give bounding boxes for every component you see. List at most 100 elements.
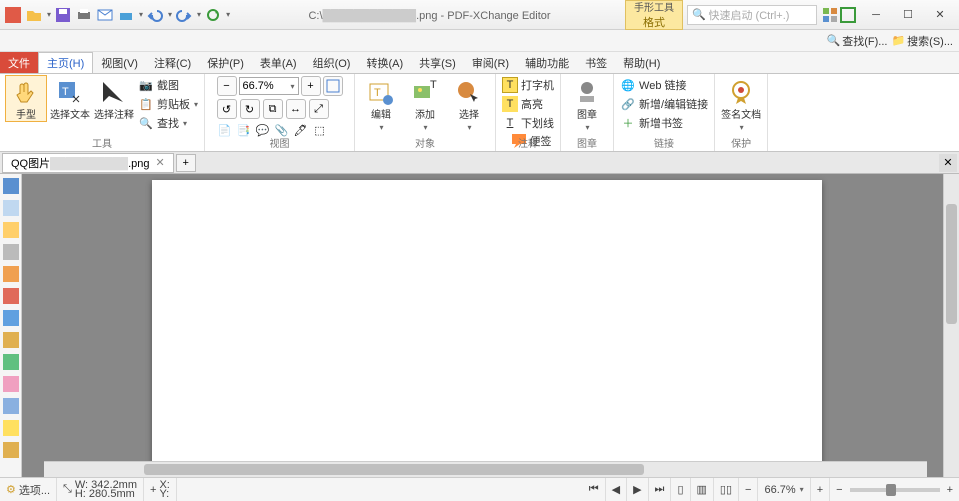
status-zoom-field[interactable]: 66.7%▾ [758, 478, 810, 501]
open-icon[interactable] [25, 6, 43, 24]
tab-comment[interactable]: 注释(C) [146, 52, 199, 73]
bookmarks-pane-icon[interactable] [3, 178, 19, 194]
scrollbar-thumb[interactable] [946, 204, 957, 324]
ribbon: 手型 T选择文本 选择注释 📷截图 📋剪贴板▾ 🔍查找▾ 工具 − 66.7%▾… [0, 74, 959, 152]
close-all-tabs-button[interactable]: ✕ [939, 154, 957, 172]
contextual-tab-sub[interactable]: 格式 [643, 14, 665, 30]
print-icon[interactable] [75, 6, 93, 24]
ribbon-group-view: − 66.7%▾ + ↺ ↻ ⧉ ↔ ⤢ 📄 📑 💬 📎 🖊 ⬚ 视图 [205, 74, 355, 151]
select-object-button[interactable]: 选择▾ [449, 76, 489, 132]
layout-single-button[interactable]: ▯ [671, 478, 690, 501]
clipboard-button[interactable]: 📋剪贴板▾ [138, 95, 198, 113]
ribbon-group-object: T编辑▾ T添加▾ 选择▾ 对象 [355, 74, 496, 151]
document-viewport[interactable] [22, 174, 943, 477]
status-zoom-out[interactable]: − [739, 478, 758, 501]
select-comment-button[interactable]: 选择注释 [94, 76, 134, 121]
find-link[interactable]: 🔍查找(F)... [827, 33, 888, 49]
zoom-actual-button[interactable] [323, 76, 343, 96]
minimize-button[interactable]: ─ [861, 5, 891, 25]
signatures-pane-icon[interactable] [3, 288, 19, 304]
status-zoom-in[interactable]: + [811, 478, 830, 501]
layers-pane-icon[interactable] [3, 310, 19, 326]
vertical-scrollbar[interactable] [943, 174, 959, 477]
maximize-button[interactable]: ☐ [893, 5, 923, 25]
plus-icon[interactable]: + [947, 484, 953, 496]
typewriter-button[interactable]: T打字机 [502, 76, 554, 94]
rotate-cw-button[interactable]: ↻ [240, 99, 260, 119]
ui-options-icon[interactable] [821, 6, 839, 24]
email-icon[interactable] [96, 6, 114, 24]
add-object-button[interactable]: T添加▾ [405, 76, 445, 132]
nav-last-button[interactable]: ⏭ [649, 478, 672, 501]
zoom-input[interactable]: 66.7%▾ [239, 77, 299, 95]
stamp-button[interactable]: 图章▾ [567, 76, 607, 132]
tab-home[interactable]: 主页(H) [38, 52, 93, 73]
links-pane-icon[interactable] [3, 398, 19, 414]
tab-bookmark[interactable]: 书签 [577, 52, 615, 73]
search-icon: 🔍 [138, 115, 154, 131]
tab-accessibility[interactable]: 辅助功能 [517, 52, 577, 73]
zoom-slider-knob[interactable] [886, 484, 896, 496]
properties-pane-icon[interactable] [3, 442, 19, 458]
nav-prev-button[interactable]: ◀ [606, 478, 627, 501]
minus-icon[interactable]: − [836, 484, 842, 496]
underline-button[interactable]: T下划线 [502, 114, 554, 132]
horizontal-scrollbar[interactable] [44, 461, 927, 477]
find-button[interactable]: 🔍查找▾ [138, 114, 198, 132]
tab-convert[interactable]: 转换(A) [358, 52, 411, 73]
status-zoom-slider[interactable]: − + [830, 478, 959, 501]
zoom-out-button[interactable]: − [217, 76, 237, 96]
weblink-button[interactable]: 🌐Web 链接 [620, 76, 708, 94]
snapshot-button[interactable]: 📷截图 [138, 76, 198, 94]
tab-protect[interactable]: 保护(P) [199, 52, 252, 73]
layout-facing-button[interactable]: ▯▯ [714, 478, 739, 501]
select-text-button[interactable]: T选择文本 [50, 76, 90, 121]
nav-first-button[interactable]: ⏮ [583, 478, 606, 501]
zoom-slider-track[interactable] [850, 488, 940, 492]
content-pane-icon[interactable] [3, 332, 19, 348]
tab-view[interactable]: 视图(V) [93, 52, 146, 73]
scan-icon[interactable] [117, 6, 135, 24]
fields-pane-icon[interactable] [3, 266, 19, 282]
scrollbar-thumb[interactable] [144, 464, 644, 475]
tab-file[interactable]: 文件 [0, 52, 38, 73]
attachments-pane-icon[interactable] [3, 244, 19, 260]
new-tab-button[interactable]: + [176, 154, 196, 172]
fit-width-button[interactable]: ↔ [286, 99, 306, 119]
fit-page-button[interactable]: ⧉ [263, 99, 283, 119]
save-icon[interactable] [54, 6, 72, 24]
hand-tool-button[interactable]: 手型 [6, 76, 46, 121]
work-area [0, 174, 959, 477]
link-icon: 🔗 [620, 96, 636, 112]
new-bookmark-button[interactable]: ＋新增书签 [620, 114, 708, 132]
tags-pane-icon[interactable] [3, 420, 19, 436]
tab-close-icon[interactable]: ✕ [155, 156, 164, 169]
comments-pane-icon[interactable] [3, 222, 19, 238]
nav-next-button[interactable]: ▶ [627, 478, 648, 501]
tab-review[interactable]: 审阅(R) [464, 52, 517, 73]
undo-icon[interactable] [146, 6, 164, 24]
highlight-button[interactable]: T高亮 [502, 95, 554, 113]
fit-visible-button[interactable]: ⤢ [309, 99, 329, 119]
editlink-button[interactable]: 🔗新增/编辑链接 [620, 95, 708, 113]
layout-continuous-button[interactable]: ▥ [691, 478, 714, 501]
sign-doc-button[interactable]: 签名文档▾ [721, 76, 761, 132]
status-options[interactable]: ⚙选项... [0, 478, 57, 501]
thumbnails-pane-icon[interactable] [3, 200, 19, 216]
tab-share[interactable]: 共享(S) [411, 52, 464, 73]
rotate-ccw-button[interactable]: ↺ [217, 99, 237, 119]
tab-form[interactable]: 表单(A) [252, 52, 305, 73]
refresh-icon[interactable] [204, 6, 222, 24]
3d-pane-icon[interactable] [3, 376, 19, 392]
fullscreen-icon[interactable] [839, 6, 857, 24]
redo-icon[interactable] [175, 6, 193, 24]
tab-organize[interactable]: 组织(O) [305, 52, 359, 73]
close-button[interactable]: ✕ [925, 5, 955, 25]
edit-object-button[interactable]: T编辑▾ [361, 76, 401, 132]
destinations-pane-icon[interactable] [3, 354, 19, 370]
zoom-in-button[interactable]: + [301, 76, 321, 96]
document-tab[interactable]: QQ图片██████████.png ✕ [2, 153, 174, 173]
tab-help[interactable]: 帮助(H) [615, 52, 668, 73]
quick-launch-input[interactable]: 🔍 快速启动 (Ctrl+.) [687, 5, 817, 25]
search-link[interactable]: 📁搜索(S)... [891, 33, 953, 49]
